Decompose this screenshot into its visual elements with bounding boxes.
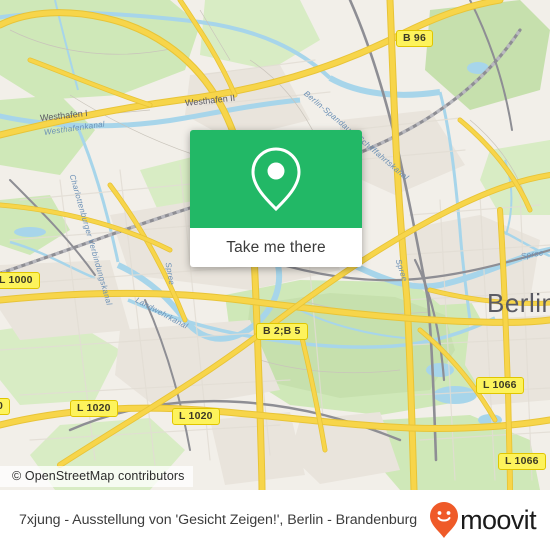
map-canvas[interactable]: .land { fill:#f2efe9; } .green { fill:#c…	[0, 0, 550, 490]
moovit-logo[interactable]: moovit	[429, 501, 537, 539]
moovit-wordmark: moovit	[460, 504, 537, 535]
popup-cta-area[interactable]: Take me there	[190, 228, 362, 267]
road-shield: B 96	[396, 30, 433, 47]
page-title: 7xjung - Ausstellung von 'Gesicht Zeigen…	[19, 512, 418, 528]
road-shield: L 1020	[70, 400, 118, 417]
take-me-there-label: Take me there	[226, 238, 326, 256]
road-shield: 0	[0, 398, 11, 415]
footer-bar: 7xjung - Ausstellung von 'Gesicht Zeigen…	[0, 490, 550, 550]
road-shield: L 1066	[498, 453, 546, 470]
road-shield: B 2;B 5	[256, 323, 308, 340]
map-pin-icon	[251, 147, 301, 212]
osm-attribution[interactable]: © OpenStreetMap contributors	[0, 466, 193, 487]
location-popup[interactable]: Take me there	[190, 130, 362, 267]
popup-icon-area	[190, 130, 362, 228]
road-shield: L 1066	[476, 377, 524, 394]
moovit-smiley-pin-icon	[430, 502, 459, 538]
screenshot-root: .land { fill:#f2efe9; } .green { fill:#c…	[0, 0, 550, 550]
road-shield: L 1020	[172, 408, 220, 425]
road-shield: L 1000	[0, 272, 40, 289]
